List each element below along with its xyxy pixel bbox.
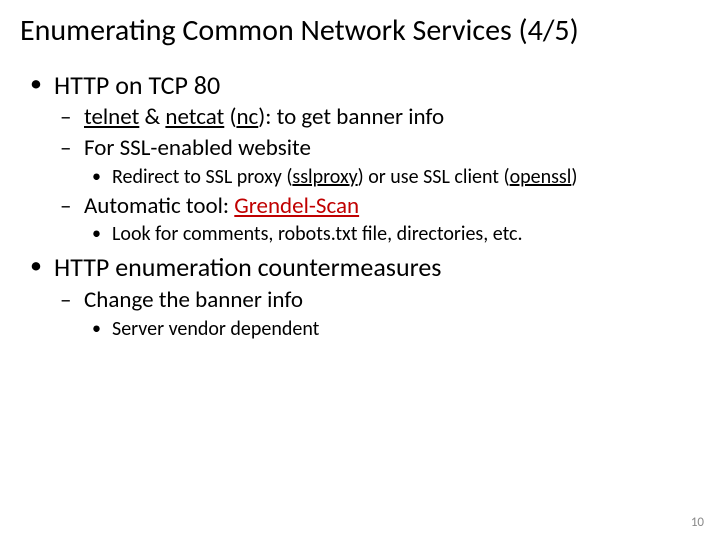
page-number: 10 [691, 515, 704, 530]
subsub-vendor: Server vendor dependent [84, 317, 700, 342]
sslproxy-pre: Redirect to SSL proxy ( [112, 165, 292, 189]
bullet-http: HTTP on TCP 80 telnet & netcat (nc): to … [20, 69, 700, 248]
change-banner-text: Change the banner info [84, 286, 303, 314]
slide: Enumerating Common Network Services (4/5… [0, 0, 720, 540]
bullet-list: HTTP on TCP 80 telnet & netcat (nc): to … [20, 69, 700, 342]
bullet-countermeasures-text: HTTP enumeration countermeasures [54, 251, 441, 283]
amp: & [139, 103, 165, 131]
sub-change-banner: Change the banner info Server vendor dep… [54, 286, 700, 342]
subsublist: Redirect to SSL proxy (sslproxy) or use … [84, 165, 700, 190]
subsub-lookfor: Look for comments, robots.txt file, dire… [84, 222, 700, 247]
subsublist: Look for comments, robots.txt file, dire… [84, 222, 700, 247]
nc-rest: ): to get banner info [258, 103, 444, 131]
vendor-text: Server vendor dependent [112, 317, 319, 341]
sslproxy-post: ) [571, 165, 577, 189]
sslproxy-term: sslproxy [292, 165, 357, 189]
nc-term: nc [236, 103, 258, 131]
telnet-term: telnet [84, 103, 139, 131]
bullet-countermeasures: HTTP enumeration countermeasures Change … [20, 251, 700, 341]
bullet-http-text: HTTP on TCP 80 [54, 69, 220, 101]
grendel-scan-term: Grendel-Scan [234, 192, 359, 220]
slide-title: Enumerating Common Network Services (4/5… [20, 14, 700, 49]
subsublist: Server vendor dependent [84, 317, 700, 342]
sublist: Change the banner info Server vendor dep… [54, 286, 700, 342]
sub-telnet-netcat: telnet & netcat (nc): to get banner info [54, 103, 700, 132]
sub-ssl-site-text: For SSL-enabled website [84, 134, 311, 162]
openssl-term: openssl [510, 165, 572, 189]
subsub-sslproxy: Redirect to SSL proxy (sslproxy) or use … [84, 165, 700, 190]
sub-ssl-site: For SSL-enabled website Redirect to SSL … [54, 134, 700, 190]
sublist: telnet & netcat (nc): to get banner info… [54, 103, 700, 247]
netcat-term: netcat [165, 103, 224, 131]
nc-open: ( [224, 103, 236, 131]
autotool-pre: Automatic tool: [84, 192, 234, 220]
sslproxy-mid: ) or use SSL client ( [358, 165, 510, 189]
sub-autotool: Automatic tool: Grendel-Scan Look for co… [54, 192, 700, 248]
lookfor-text: Look for comments, robots.txt file, dire… [112, 222, 523, 246]
